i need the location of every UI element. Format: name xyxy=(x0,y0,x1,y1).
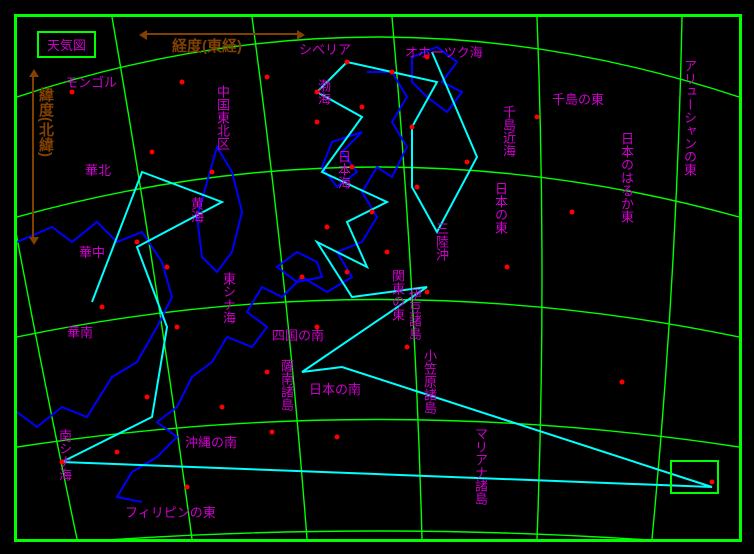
legend-box: 天気図 xyxy=(37,31,96,58)
dots-layer xyxy=(17,17,739,539)
y-axis-label: 緯度(北緯) xyxy=(35,87,56,157)
legend-title: 天気図 xyxy=(47,38,86,53)
y-axis-arrow xyxy=(32,77,34,237)
inset-box xyxy=(670,460,719,494)
x-axis-label: 経度(東経) xyxy=(172,35,242,56)
map-frame: 天気図 経度(東経) 緯度(北緯) モンゴル シベリア オホーツク海 中国東北区… xyxy=(14,14,742,542)
